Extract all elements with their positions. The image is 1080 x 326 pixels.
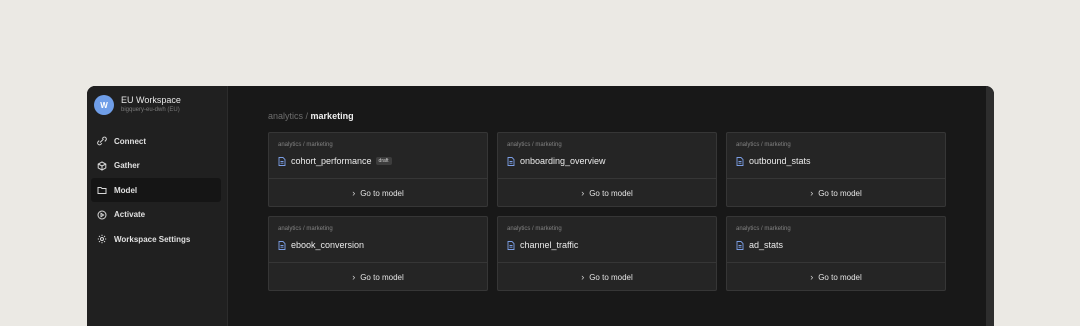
go-to-model-label: Go to model — [589, 188, 633, 198]
connect-icon — [97, 136, 107, 146]
file-icon — [507, 156, 515, 166]
go-to-model-label: Go to model — [818, 272, 862, 282]
sidebar-item-label: Activate — [114, 210, 146, 220]
card-path: analytics / marketing — [507, 142, 562, 148]
folder-icon — [97, 187, 107, 195]
go-to-model-label: Go to model — [818, 188, 862, 198]
workspace-name: EU Workspace — [121, 95, 181, 105]
card-title-row: ad_stats — [736, 240, 783, 250]
workspace-subtitle: bigquery-eu-dwh (EU) — [121, 107, 180, 113]
chevron-right-icon: › — [352, 188, 356, 198]
card-title-row: ebook_conversion — [278, 240, 364, 250]
card-title: outbound_stats — [749, 156, 811, 166]
go-to-model-button[interactable]: › Go to model — [269, 179, 487, 207]
chevron-right-icon: › — [352, 272, 356, 282]
go-to-model-button[interactable]: › Go to model — [727, 263, 945, 291]
breadcrumb-parent[interactable]: analytics / — [268, 111, 308, 121]
card-path: analytics / marketing — [736, 142, 791, 148]
avatar: W — [94, 95, 114, 115]
go-to-model-label: Go to model — [360, 272, 404, 282]
model-card: analytics / marketing ebook_conversion ›… — [268, 216, 488, 291]
model-card: analytics / marketing onboarding_overvie… — [497, 132, 717, 207]
workspace-switcher[interactable]: W EU Workspace bigquery-eu-dwh (EU) — [94, 95, 181, 115]
sidebar-item-label: Model — [114, 185, 138, 195]
file-icon — [507, 240, 515, 250]
card-title-row: outbound_stats — [736, 156, 811, 166]
chevron-right-icon: › — [581, 272, 585, 282]
chevron-right-icon: › — [581, 188, 585, 198]
model-card: analytics / marketing cohort_performance… — [268, 132, 488, 207]
card-path: analytics / marketing — [278, 142, 333, 148]
file-icon — [736, 156, 744, 166]
go-to-model-button[interactable]: › Go to model — [498, 179, 716, 207]
go-to-model-button[interactable]: › Go to model — [727, 179, 945, 207]
chevron-right-icon: › — [810, 188, 814, 198]
breadcrumb-current: marketing — [310, 111, 354, 121]
card-title: cohort_performance — [291, 156, 372, 166]
card-title: channel_traffic — [520, 240, 579, 250]
sidebar-nav: Connect Gather Model Activate Workspace … — [91, 129, 221, 252]
sidebar-item-workspace-settings[interactable]: Workspace Settings — [91, 227, 221, 251]
model-card: analytics / marketing ad_stats › Go to m… — [726, 216, 946, 291]
sidebar-item-connect[interactable]: Connect — [91, 129, 221, 153]
sidebar-item-label: Gather — [114, 161, 140, 171]
card-title-row: cohort_performance draft — [278, 156, 392, 166]
card-title: ebook_conversion — [291, 240, 365, 250]
app-window: W EU Workspace bigquery-eu-dwh (EU) Conn… — [87, 86, 994, 326]
go-to-model-button[interactable]: › Go to model — [498, 263, 716, 291]
model-grid: analytics / marketing cohort_performance… — [268, 132, 946, 291]
breadcrumb: analytics / marketing — [268, 111, 354, 121]
chevron-right-icon: › — [810, 272, 814, 282]
file-icon — [278, 156, 286, 166]
card-path: analytics / marketing — [507, 226, 562, 232]
file-icon — [278, 240, 286, 250]
go-to-model-label: Go to model — [589, 272, 633, 282]
card-title: ad_stats — [749, 240, 784, 250]
file-icon — [736, 240, 744, 250]
play-circle-icon — [97, 210, 107, 220]
sidebar-item-activate[interactable]: Activate — [91, 203, 221, 227]
model-card: analytics / marketing outbound_stats › G… — [726, 132, 946, 207]
card-path: analytics / marketing — [736, 226, 791, 232]
sidebar: W EU Workspace bigquery-eu-dwh (EU) Conn… — [87, 86, 228, 326]
sidebar-item-gather[interactable]: Gather — [91, 154, 221, 178]
model-card: analytics / marketing channel_traffic › … — [497, 216, 717, 291]
draft-badge: draft — [375, 157, 392, 165]
go-to-model-label: Go to model — [360, 188, 404, 198]
gear-icon — [97, 235, 107, 244]
card-title: onboarding_overview — [520, 156, 606, 166]
card-title-row: channel_traffic — [507, 240, 578, 250]
sidebar-item-label: Workspace Settings — [114, 234, 191, 244]
sidebar-item-model[interactable]: Model — [91, 178, 221, 203]
cube-icon — [97, 161, 107, 171]
sidebar-item-label: Connect — [114, 136, 146, 146]
card-title-row: onboarding_overview — [507, 156, 606, 166]
scrollbar[interactable] — [986, 86, 994, 326]
card-path: analytics / marketing — [278, 226, 333, 232]
go-to-model-button[interactable]: › Go to model — [269, 263, 487, 291]
